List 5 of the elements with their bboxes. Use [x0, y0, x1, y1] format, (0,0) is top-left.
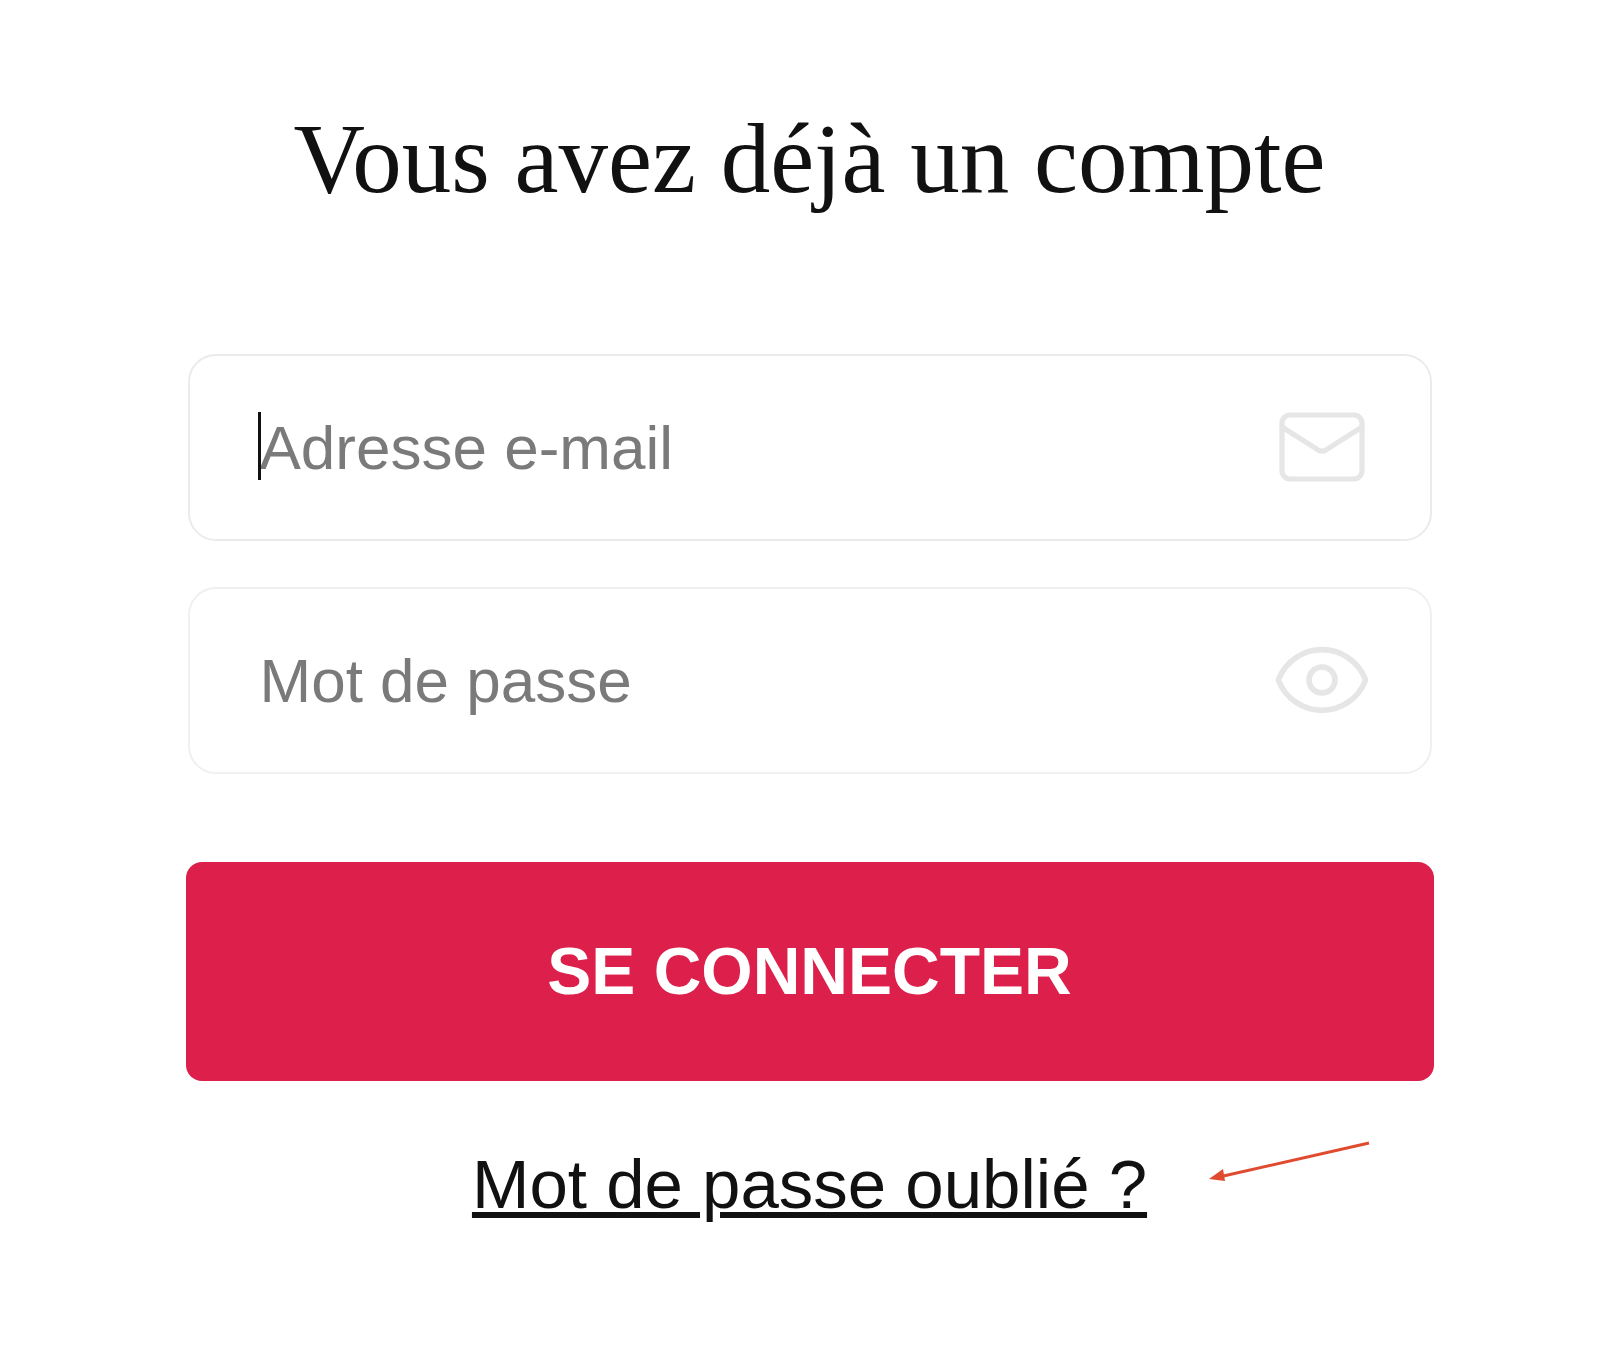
page-title: Vous avez déjà un compte: [293, 103, 1326, 215]
forgot-password-link[interactable]: Mot de passe oublié ?: [471, 1145, 1148, 1223]
email-field[interactable]: Adresse e-mail: [187, 353, 1432, 541]
password-field[interactable]: Mot de passe: [187, 586, 1432, 774]
login-button[interactable]: SE CONNECTER: [185, 861, 1434, 1081]
